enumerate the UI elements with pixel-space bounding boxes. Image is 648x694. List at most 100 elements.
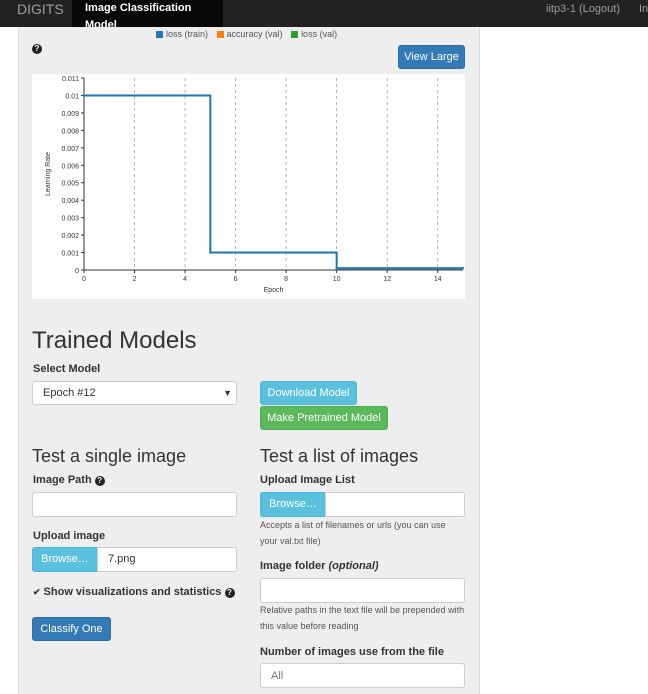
data-point: [343, 267, 346, 270]
test-single-image-heading: Test a single image: [32, 446, 187, 466]
data-point: [191, 94, 194, 97]
data-point: [163, 94, 166, 97]
data-point: [237, 251, 240, 254]
data-point: [123, 94, 126, 97]
data-point: [85, 94, 88, 97]
browse-image-list-button[interactable]: Browse…: [260, 492, 326, 517]
nav-tab-image-classification-model[interactable]: Image Classification Model: [72, 0, 223, 31]
question-icon[interactable]: ?: [94, 476, 105, 486]
data-point: [252, 251, 255, 254]
legend-swatch: [156, 31, 163, 38]
data-point: [325, 251, 328, 254]
data-point: [441, 267, 444, 270]
data-point: [333, 251, 336, 254]
show-visualizations-label[interactable]: Show visualizations and statistics: [44, 586, 222, 598]
data-point: [194, 94, 197, 97]
data-point: [186, 94, 189, 97]
browse-image-button[interactable]: Browse…: [32, 547, 98, 572]
data-point: [345, 267, 348, 270]
data-point: [181, 94, 184, 97]
data-point: [206, 94, 209, 97]
data-point: [456, 267, 460, 270]
data-point: [146, 94, 149, 97]
data-point: [461, 267, 465, 270]
data-point: [338, 267, 341, 270]
upload-image-filename[interactable]: 7.png: [97, 547, 237, 572]
data-point: [398, 267, 401, 270]
legend-item-loss-train[interactable]: loss (train): [156, 29, 208, 39]
x-tick-label: 2: [133, 276, 137, 283]
data-point: [183, 94, 187, 97]
x-tick-label: 12: [383, 276, 391, 283]
upload-list-help: Accepts a list of filenames or urls (you…: [260, 520, 446, 546]
data-point: [429, 267, 432, 270]
data-point: [353, 267, 356, 270]
data-point: [368, 267, 371, 270]
data-point: [388, 267, 391, 270]
data-point: [226, 251, 230, 254]
num-images-input[interactable]: [260, 663, 465, 688]
data-point: [135, 94, 139, 97]
nav-extra-link[interactable]: In: [639, 1, 648, 17]
data-point: [105, 94, 108, 97]
select-model-dropdown[interactable]: Epoch #12 ▼: [32, 381, 237, 405]
download-model-button[interactable]: Download Model: [260, 381, 357, 405]
data-point: [118, 94, 121, 97]
question-icon[interactable]: ?: [32, 44, 42, 54]
y-tick-label: 0.01: [65, 93, 79, 100]
data-point: [151, 94, 154, 97]
data-point: [156, 94, 159, 97]
trained-models-heading: Trained Models: [32, 327, 197, 354]
show-visualizations-checkbox[interactable]: ✔: [33, 587, 41, 597]
y-tick-label: 0.008: [61, 128, 79, 135]
data-point: [247, 251, 250, 254]
brand-link[interactable]: DIGITS: [17, 1, 64, 17]
data-point: [168, 94, 172, 97]
view-large-button[interactable]: View Large: [398, 45, 465, 69]
data-point: [90, 94, 93, 97]
data-point: [451, 267, 454, 270]
data-point: [267, 251, 270, 254]
logout-link[interactable]: iitp3-1 (Logout): [546, 1, 620, 17]
image-folder-label: Image folder: [260, 560, 326, 572]
data-point: [434, 267, 437, 270]
data-point: [209, 251, 212, 254]
y-tick-label: 0.006: [61, 163, 79, 170]
data-point: [128, 94, 131, 97]
data-point: [224, 251, 227, 254]
data-point: [216, 251, 220, 254]
data-point: [436, 267, 439, 270]
data-point: [373, 267, 376, 270]
data-point: [365, 267, 369, 270]
data-point: [360, 267, 364, 270]
top-navbar: DIGITS Image Classification Model iitp3-…: [0, 0, 648, 31]
legend-item-accuracy-val[interactable]: accuracy (val): [216, 29, 283, 39]
upload-image-list-filename[interactable]: [325, 492, 465, 517]
data-point: [335, 251, 338, 254]
data-point: [148, 94, 151, 97]
legend-item-loss-val[interactable]: loss (val): [291, 29, 337, 39]
image-path-input[interactable]: [32, 492, 237, 517]
data-point: [363, 267, 366, 270]
data-point: [370, 267, 374, 270]
data-point: [375, 267, 379, 270]
data-point: [95, 94, 98, 97]
data-point: [312, 251, 316, 254]
classify-one-button[interactable]: Classify One: [32, 617, 111, 641]
data-point: [290, 251, 293, 254]
data-point: [358, 267, 361, 270]
data-point: [269, 251, 273, 254]
data-point: [249, 251, 252, 254]
data-point: [302, 251, 305, 254]
question-icon[interactable]: ?: [224, 588, 235, 598]
data-point: [231, 251, 235, 254]
data-point: [317, 251, 321, 254]
data-point: [446, 267, 449, 270]
data-point: [335, 267, 338, 270]
data-point: [426, 267, 429, 270]
data-point: [196, 94, 199, 97]
image-folder-input[interactable]: [260, 578, 465, 603]
data-point: [282, 251, 285, 254]
data-point: [113, 94, 116, 97]
make-pretrained-model-button[interactable]: Make Pretrained Model: [260, 406, 388, 430]
